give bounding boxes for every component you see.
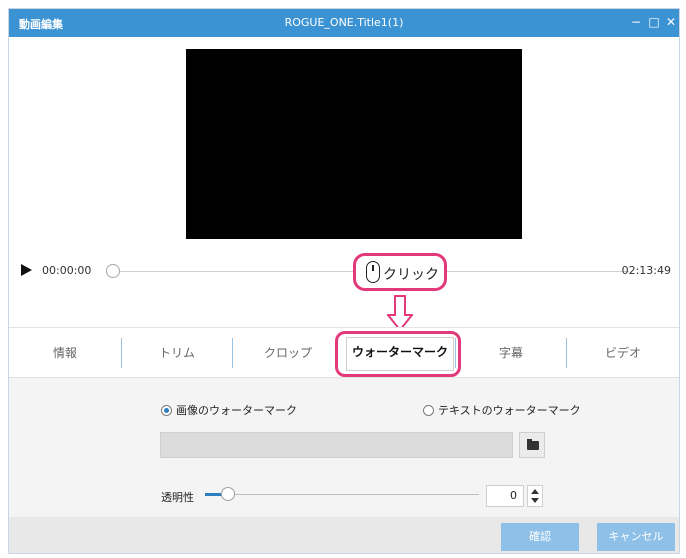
radio-unselected-icon [423,404,434,416]
tab-trim[interactable]: トリム [122,328,232,378]
dialog-footer: 確認 キャンセル [9,517,679,553]
confirm-button[interactable]: 確認 [501,523,579,551]
tab-video[interactable]: ビデオ [567,328,679,378]
minimize-button[interactable]: − [627,13,645,31]
play-icon[interactable] [21,264,32,276]
maximize-button[interactable]: □ [645,13,663,31]
opacity-label: 透明性 [161,491,194,504]
seek-handle[interactable] [106,264,120,278]
tab-crop[interactable]: クロップ [233,328,343,378]
video-edit-window: 動画編集 ROGUE_ONE.Title1(1) − □ ✕ 00:00:00 … [8,8,680,554]
watermark-panel: 画像のウォーターマーク テキストのウォーターマーク 透明性 0 [9,377,679,517]
opacity-value-input[interactable]: 0 [486,485,524,507]
image-watermark-radio[interactable]: 画像のウォーターマーク [161,402,297,418]
close-button[interactable]: ✕ [662,13,680,31]
browse-folder-button[interactable] [519,432,545,458]
window-title: ROGUE_ONE.Title1(1) [284,16,404,29]
tab-info[interactable]: 情報 [9,328,121,378]
mouse-icon [366,261,380,283]
current-time: 00:00:00 [42,264,92,277]
text-watermark-radio[interactable]: テキストのウォーターマーク [423,402,581,418]
watermark-file-field[interactable] [160,432,513,458]
text-watermark-label: テキストのウォーターマーク [438,404,581,417]
opacity-slider-track[interactable] [205,494,479,495]
opacity-spinner[interactable] [527,485,543,507]
callout-label: クリック [383,267,439,283]
folder-icon [527,439,539,450]
image-watermark-label: 画像のウォーターマーク [176,404,297,417]
opacity-slider-handle[interactable] [221,487,235,501]
down-arrow-icon [387,295,413,331]
tab-subtitle[interactable]: 字幕 [456,328,566,378]
title-bar: 動画編集 ROGUE_ONE.Title1(1) − □ ✕ [9,9,679,37]
click-callout: クリック [353,253,447,291]
radio-selected-icon [161,404,172,416]
video-preview [186,49,522,239]
total-time: 02:13:49 [621,264,671,277]
cancel-button[interactable]: キャンセル [597,523,675,551]
spin-down-icon[interactable] [531,498,539,503]
tab-highlight-outline [335,331,461,377]
spin-up-icon[interactable] [531,489,539,494]
